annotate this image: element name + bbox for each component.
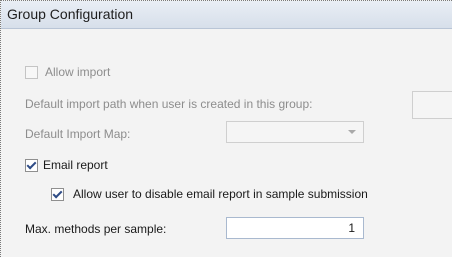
default-import-map-label: Default Import Map:	[25, 127, 131, 141]
email-report-checkbox[interactable]	[25, 159, 38, 172]
allow-import-checkbox[interactable]	[25, 66, 38, 79]
default-import-map-dropdown[interactable]	[226, 121, 364, 143]
default-import-path-label: Default import path when user is created…	[25, 97, 313, 111]
default-import-path-field[interactable]	[412, 91, 452, 119]
max-methods-input[interactable]	[226, 217, 364, 239]
allow-import-label: Allow import	[45, 65, 111, 79]
group-title: Group Configuration	[7, 6, 134, 22]
allow-disable-email-checkbox[interactable]	[51, 188, 64, 201]
chevron-down-icon	[348, 130, 356, 134]
email-report-label: Email report	[43, 158, 108, 172]
group-configuration-panel: Group Configuration Allow import Default…	[0, 0, 452, 257]
allow-disable-email-label: Allow user to disable email report in sa…	[73, 187, 368, 201]
group-header: Group Configuration	[1, 1, 452, 29]
max-methods-label: Max. methods per sample:	[25, 222, 167, 236]
